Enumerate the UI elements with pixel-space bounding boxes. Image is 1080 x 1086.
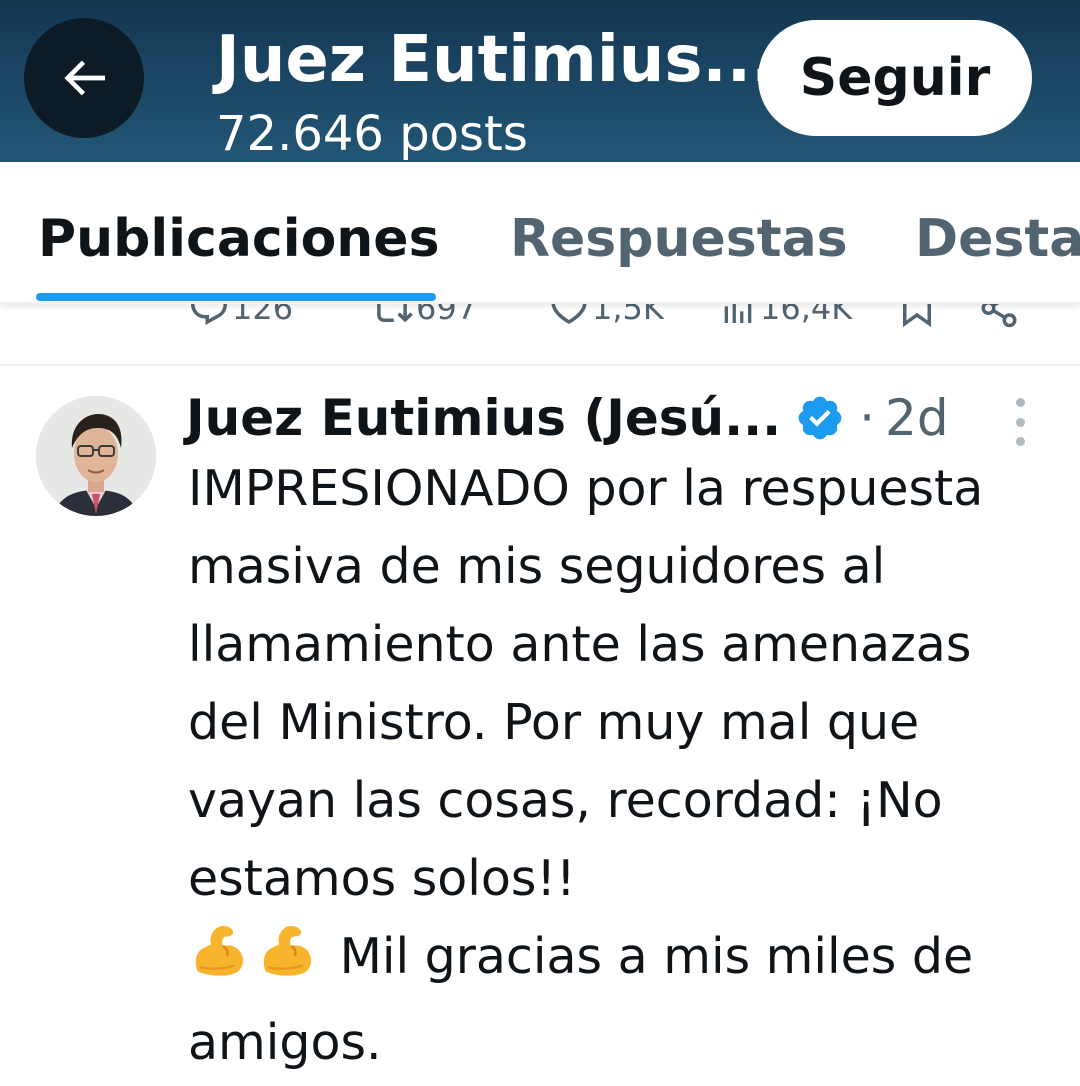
share-button[interactable] [978,304,1020,340]
repost-count: 697 [416,304,478,327]
more-dot-icon [1015,398,1025,407]
tab-respuestas[interactable]: Respuestas [510,204,848,274]
more-dot-icon [1015,417,1025,427]
reply-button[interactable]: 126 [188,304,293,340]
back-button[interactable] [24,18,144,138]
author-avatar[interactable] [36,396,156,516]
bookmark-button[interactable] [896,304,938,340]
views-count: 16,4K [760,304,853,327]
profile-tabs: Publicaciones Respuestas Desta [0,162,1080,304]
post-header: Juez Eutimius (Jesú... · 2d [186,386,949,450]
verified-badge-icon[interactable] [795,393,845,443]
views-button[interactable]: 16,4K [718,304,852,340]
avatar-photo [36,396,156,516]
bookmark-icon [903,304,931,328]
share-icon [981,304,1017,328]
profile-header: Juez Eutimius... 72.646 posts Seguir [0,0,1080,162]
more-dot-icon [1015,437,1025,446]
repost-icon [377,304,413,323]
like-count: 1,5K [592,304,664,327]
flexed-biceps-icon [188,919,250,1004]
post-text: IMPRESIONADO por la respuesta masiva de … [188,450,1058,1082]
more-options-button[interactable] [1000,398,1040,446]
tab-destacados[interactable]: Desta [915,204,1080,274]
follow-button[interactable]: Seguir [758,20,1032,136]
post-body: IMPRESIONADO por la respuesta masiva de … [188,460,984,907]
post-count: 72.646 posts [216,106,528,162]
reply-count: 126 [232,304,294,327]
author-name[interactable]: Juez Eutimius (Jesú... [186,389,781,447]
arrow-left-icon [64,60,105,96]
heart-icon [551,304,587,325]
repost-button[interactable]: 697 [370,304,477,340]
post-time[interactable]: 2d [885,389,949,447]
previous-post-action-bar: 126 697 1,5K 16,4K [0,304,1080,366]
tab-publicaciones[interactable]: Publicaciones [38,204,440,274]
flexed-biceps-icon [256,919,318,1004]
separator-dot: · [859,389,876,447]
profile-title: Juez Eutimius... [216,23,776,97]
views-icon [724,304,752,323]
like-button[interactable]: 1,5K [548,304,664,340]
active-tab-indicator [36,293,436,301]
reply-icon [191,304,227,325]
